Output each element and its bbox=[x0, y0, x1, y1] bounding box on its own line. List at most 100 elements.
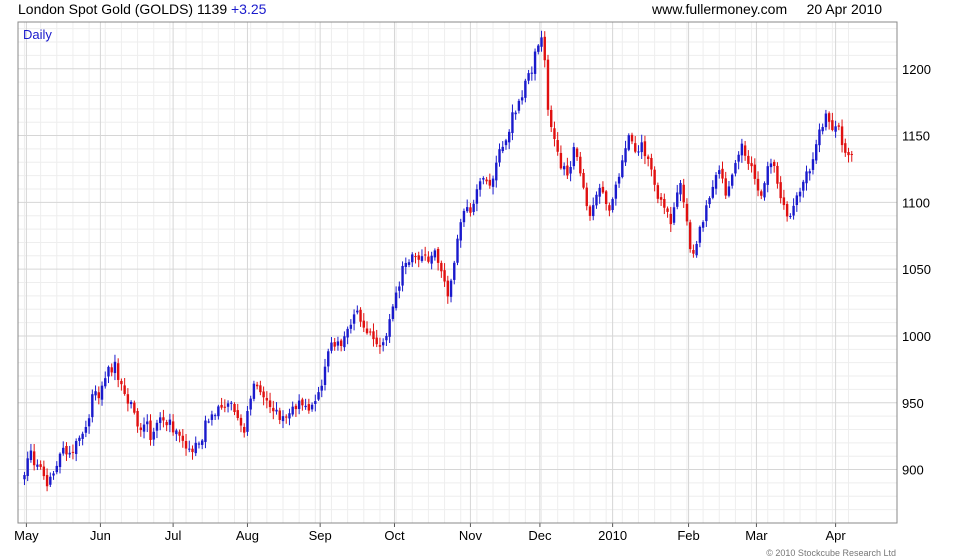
candle-body bbox=[827, 113, 831, 122]
candle-body bbox=[223, 406, 227, 408]
candle-body bbox=[763, 183, 766, 198]
candle-body bbox=[388, 319, 391, 337]
candle-body bbox=[307, 404, 311, 411]
candle-body bbox=[197, 443, 201, 445]
candle-body bbox=[592, 205, 595, 217]
candle-body bbox=[740, 143, 744, 156]
candle-body bbox=[97, 392, 100, 399]
candle-body bbox=[634, 143, 637, 152]
x-tick-label: Jun bbox=[90, 528, 111, 543]
candle-body bbox=[291, 406, 294, 415]
candle-body bbox=[126, 394, 130, 404]
candle-body bbox=[598, 187, 601, 197]
candle-body bbox=[87, 418, 91, 427]
candle-body bbox=[511, 112, 514, 134]
candle-body bbox=[611, 199, 614, 211]
candle-body bbox=[372, 331, 375, 340]
candle-body bbox=[45, 475, 49, 487]
candle-body bbox=[730, 174, 734, 186]
candle-body bbox=[110, 367, 113, 373]
candle-body bbox=[595, 194, 598, 206]
candle-body bbox=[23, 475, 26, 480]
candle-body bbox=[811, 159, 815, 170]
candle-body bbox=[162, 417, 165, 421]
candle-body bbox=[62, 447, 65, 454]
candle-body bbox=[194, 442, 197, 454]
candle-body bbox=[184, 440, 188, 449]
candle-body bbox=[643, 141, 647, 157]
candle-body bbox=[692, 250, 695, 254]
candle-body bbox=[779, 182, 782, 199]
x-tick-label: Aug bbox=[236, 528, 259, 543]
candle-body bbox=[705, 205, 708, 222]
candle-body bbox=[501, 146, 504, 152]
candle-body bbox=[701, 222, 705, 228]
candle-body bbox=[449, 280, 453, 297]
candle-body bbox=[239, 417, 243, 426]
candle-body bbox=[495, 162, 498, 181]
candle-body bbox=[472, 203, 475, 212]
candle-body bbox=[446, 280, 450, 297]
candle-body bbox=[381, 342, 385, 346]
candle-body bbox=[527, 73, 530, 81]
candle-body bbox=[546, 59, 550, 110]
candle-body bbox=[621, 160, 624, 178]
candle-body bbox=[724, 178, 727, 196]
candle-body bbox=[378, 345, 382, 347]
candle-body bbox=[365, 328, 369, 334]
candle-body bbox=[559, 152, 563, 169]
copyright: © 2010 Stockcube Research Ltd bbox=[766, 548, 896, 558]
candle-body bbox=[310, 404, 314, 410]
candle-body bbox=[165, 422, 168, 426]
candle-body bbox=[805, 171, 808, 184]
candle-body bbox=[259, 385, 262, 393]
candle-body bbox=[782, 197, 786, 206]
candle-body bbox=[711, 186, 714, 198]
candle-body bbox=[792, 205, 795, 216]
candle-body bbox=[323, 366, 327, 386]
candle-body bbox=[168, 419, 172, 425]
candle-body bbox=[71, 451, 75, 453]
y-tick-label: 1000 bbox=[902, 329, 931, 344]
y-tick-label: 950 bbox=[902, 396, 924, 411]
candle-body bbox=[601, 186, 605, 193]
candle-body bbox=[630, 134, 634, 142]
y-tick-label: 1100 bbox=[902, 195, 930, 210]
candle-body bbox=[650, 157, 653, 170]
candle-body bbox=[262, 391, 265, 398]
candle-body bbox=[39, 464, 42, 467]
candle-body bbox=[123, 385, 126, 394]
candle-body bbox=[94, 391, 97, 396]
candle-body bbox=[343, 336, 346, 348]
candle-body bbox=[304, 405, 307, 408]
candle-body bbox=[443, 270, 446, 282]
candle-body bbox=[49, 476, 52, 485]
candle-body bbox=[572, 147, 576, 167]
candle-body bbox=[297, 400, 301, 409]
candle-body bbox=[679, 183, 682, 195]
candle-body bbox=[401, 265, 404, 286]
y-tick-label: 1150 bbox=[902, 129, 930, 144]
candle-body bbox=[569, 166, 572, 174]
candle-body bbox=[737, 154, 740, 162]
candle-body bbox=[427, 256, 430, 262]
candle-body bbox=[243, 426, 246, 433]
candle-body bbox=[320, 385, 323, 391]
candle-body bbox=[743, 145, 747, 156]
candle-body bbox=[359, 309, 362, 322]
candle-body bbox=[837, 125, 841, 127]
y-tick-label: 1050 bbox=[902, 262, 931, 277]
candle-body bbox=[469, 207, 472, 213]
candle-body bbox=[233, 404, 236, 413]
candle-body bbox=[339, 340, 343, 347]
candle-body bbox=[624, 148, 627, 163]
candle-body bbox=[78, 437, 81, 441]
candle-body bbox=[491, 178, 495, 187]
candle-body bbox=[265, 397, 269, 401]
candle-body bbox=[430, 255, 433, 264]
candle-body bbox=[352, 314, 356, 324]
candle-body bbox=[201, 440, 204, 445]
candle-body bbox=[217, 406, 220, 417]
candle-body bbox=[81, 433, 84, 439]
candle-body bbox=[750, 163, 753, 167]
